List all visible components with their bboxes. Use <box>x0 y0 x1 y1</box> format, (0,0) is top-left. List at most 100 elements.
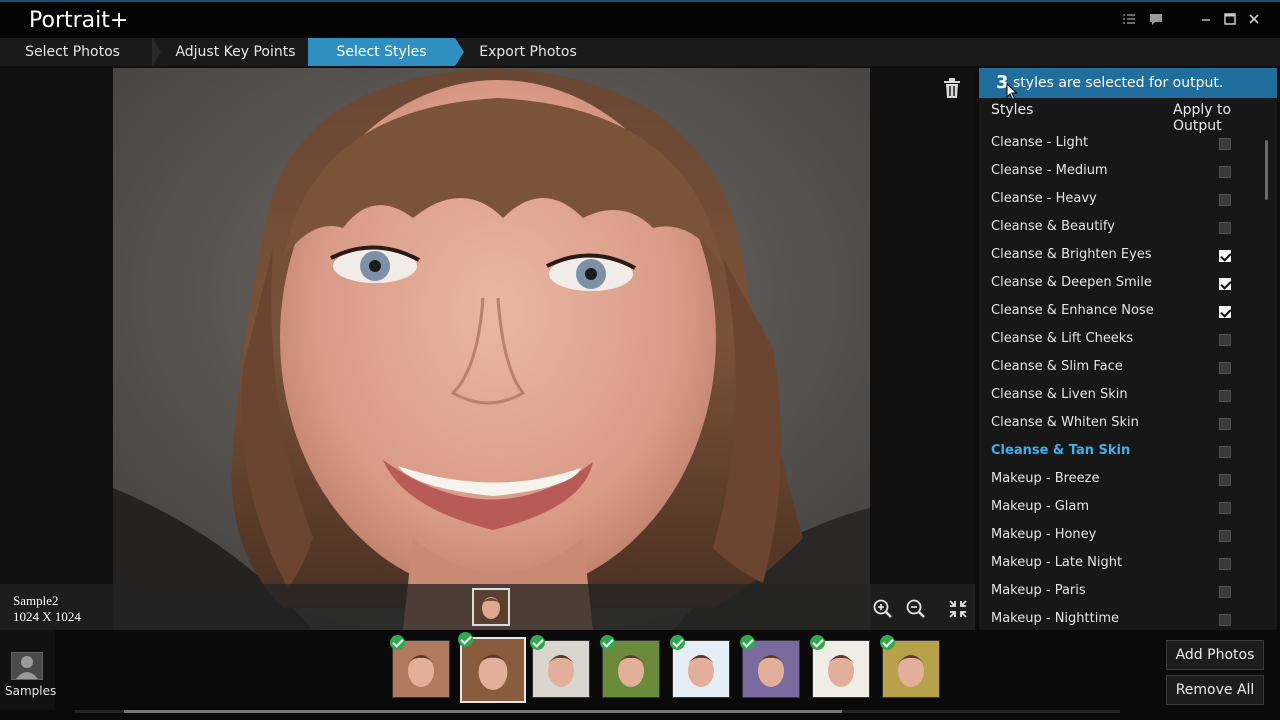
style-label: Cleanse - Light <box>991 135 1089 150</box>
apply-to-output-checkbox[interactable] <box>1219 334 1231 346</box>
style-row[interactable]: Cleanse & Enhance Nose <box>979 298 1277 326</box>
app-title: Portrait+ <box>29 8 129 33</box>
apply-to-output-checkbox[interactable] <box>1219 222 1231 234</box>
apply-to-output-checkbox[interactable] <box>1219 586 1231 598</box>
apply-to-output-checkbox[interactable] <box>1219 362 1231 374</box>
apply-to-output-checkbox[interactable] <box>1219 166 1231 178</box>
style-label: Makeup - Nighttime <box>991 611 1119 626</box>
style-list: Cleanse - Light Cleanse - Medium Cleanse -… <box>979 130 1277 630</box>
style-row[interactable]: Cleanse & Liven Skin <box>979 382 1277 410</box>
title-bar: Portrait+ <box>0 0 1280 38</box>
photo-dimensions: 1024 X 1024 <box>13 609 81 624</box>
style-row[interactable]: Cleanse & Tan Skin <box>979 438 1277 466</box>
step-adjust-key-points[interactable]: Adjust Key Points <box>163 38 308 66</box>
filmstrip-scrollbar[interactable] <box>124 710 842 713</box>
step-select-styles[interactable]: Select Styles <box>308 38 455 66</box>
style-label: Cleanse & Deepen Smile <box>991 275 1152 290</box>
apply-to-output-checkbox[interactable] <box>1219 418 1231 430</box>
styles-column-header: Styles <box>991 102 1034 118</box>
maximize-icon[interactable] <box>1221 12 1239 30</box>
style-label: Cleanse & Lift Cheeks <box>991 331 1134 346</box>
style-row[interactable]: Makeup - Honey <box>979 522 1277 550</box>
person-icon <box>11 652 43 680</box>
style-label: Makeup - Glam <box>991 499 1090 514</box>
selection-banner: 3 styles are selected for output. <box>979 68 1277 101</box>
style-list-scrollbar[interactable] <box>1265 140 1268 200</box>
apply-to-output-checkbox[interactable] <box>1219 558 1231 570</box>
zoom-out-icon[interactable] <box>905 598 927 620</box>
style-label: Cleanse & Beautify <box>991 219 1115 234</box>
samples-button[interactable]: Samples <box>0 630 57 710</box>
style-row[interactable]: Cleanse & Brighten Eyes <box>979 242 1277 270</box>
delete-icon[interactable] <box>941 76 963 100</box>
style-label: Cleanse & Slim Face <box>991 359 1123 374</box>
step-export-photos[interactable]: Export Photos <box>464 38 592 66</box>
style-label: Cleanse & Whiten Skin <box>991 415 1139 430</box>
apply-to-output-checkbox[interactable] <box>1219 306 1231 318</box>
checkmark-icon <box>530 635 545 650</box>
style-row[interactable]: Cleanse & Whiten Skin <box>979 410 1277 438</box>
style-row[interactable]: Makeup - Late Night <box>979 550 1277 578</box>
step-divider-active <box>455 38 464 66</box>
fit-to-screen-icon[interactable] <box>947 598 969 620</box>
style-label: Makeup - Paris <box>991 583 1086 598</box>
current-photo-thumbnail[interactable] <box>472 588 510 626</box>
step-select-photos[interactable]: Select Photos <box>0 38 145 66</box>
checkmark-icon <box>390 635 405 650</box>
checkmark-icon <box>670 635 685 650</box>
apply-to-output-checkbox[interactable] <box>1219 446 1231 458</box>
style-row[interactable]: Makeup - Paris <box>979 578 1277 606</box>
apply-to-output-checkbox[interactable] <box>1219 278 1231 290</box>
step-bar: Select Photos Adjust Key Points Select S… <box>0 38 1280 66</box>
style-label: Makeup - Breeze <box>991 471 1100 486</box>
checkmark-icon <box>740 635 755 650</box>
apply-to-output-checkbox[interactable] <box>1219 614 1231 626</box>
banner-text: styles are selected for output. <box>1013 75 1224 91</box>
apply-to-output-checkbox[interactable] <box>1219 474 1231 486</box>
checkmark-icon <box>600 635 615 650</box>
style-row[interactable]: Cleanse & Slim Face <box>979 354 1277 382</box>
list-icon[interactable] <box>1120 12 1138 30</box>
style-row[interactable]: Makeup - Nighttime <box>979 606 1277 630</box>
checkmark-icon <box>880 635 895 650</box>
step-divider <box>152 38 161 66</box>
add-photos-button[interactable]: Add Photos <box>1166 640 1264 670</box>
style-label: Cleanse - Medium <box>991 163 1108 178</box>
style-label: Cleanse & Tan Skin <box>991 443 1131 458</box>
style-row[interactable]: Cleanse & Lift Cheeks <box>979 326 1277 354</box>
samples-label: Samples <box>5 684 57 698</box>
style-row[interactable]: Cleanse - Medium <box>979 158 1277 186</box>
apply-to-output-checkbox[interactable] <box>1219 530 1231 542</box>
style-label: Makeup - Late Night <box>991 555 1123 570</box>
portrait-photo <box>113 68 870 630</box>
apply-to-output-checkbox[interactable] <box>1219 390 1231 402</box>
zoom-in-icon[interactable] <box>872 598 894 620</box>
style-row[interactable]: Cleanse & Beautify <box>979 214 1277 242</box>
apply-to-output-checkbox[interactable] <box>1219 194 1231 206</box>
style-row[interactable]: Makeup - Glam <box>979 494 1277 522</box>
photo-name: Sample2 <box>13 593 59 608</box>
photo-stage: Sample2 1024 X 1024 <box>0 66 975 630</box>
style-label: Cleanse - Heavy <box>991 191 1097 206</box>
apply-to-output-checkbox[interactable] <box>1219 502 1231 514</box>
styles-panel: 3 styles are selected for output. Styles… <box>979 68 1277 630</box>
apply-to-output-checkbox[interactable] <box>1219 138 1231 150</box>
remove-all-button[interactable]: Remove All <box>1166 675 1264 705</box>
style-label: Cleanse & Liven Skin <box>991 387 1128 402</box>
checkmark-icon <box>810 635 825 650</box>
style-row[interactable]: Cleanse & Deepen Smile <box>979 270 1277 298</box>
apply-to-output-checkbox[interactable] <box>1219 250 1231 262</box>
checkmark-icon <box>458 632 473 647</box>
filmstrip: Samples Add Photos Remove All <box>0 630 1280 720</box>
style-label: Cleanse & Brighten Eyes <box>991 247 1152 262</box>
minimize-icon[interactable] <box>1197 12 1215 30</box>
style-label: Cleanse & Enhance Nose <box>991 303 1154 318</box>
mouse-cursor-icon <box>1006 82 1018 101</box>
close-icon[interactable] <box>1245 12 1263 30</box>
style-row[interactable]: Makeup - Breeze <box>979 466 1277 494</box>
photo-thumbnail[interactable] <box>460 637 526 703</box>
style-label: Makeup - Honey <box>991 527 1097 542</box>
style-row[interactable]: Cleanse - Heavy <box>979 186 1277 214</box>
chat-icon[interactable] <box>1147 12 1165 30</box>
style-row[interactable]: Cleanse - Light <box>979 130 1277 158</box>
